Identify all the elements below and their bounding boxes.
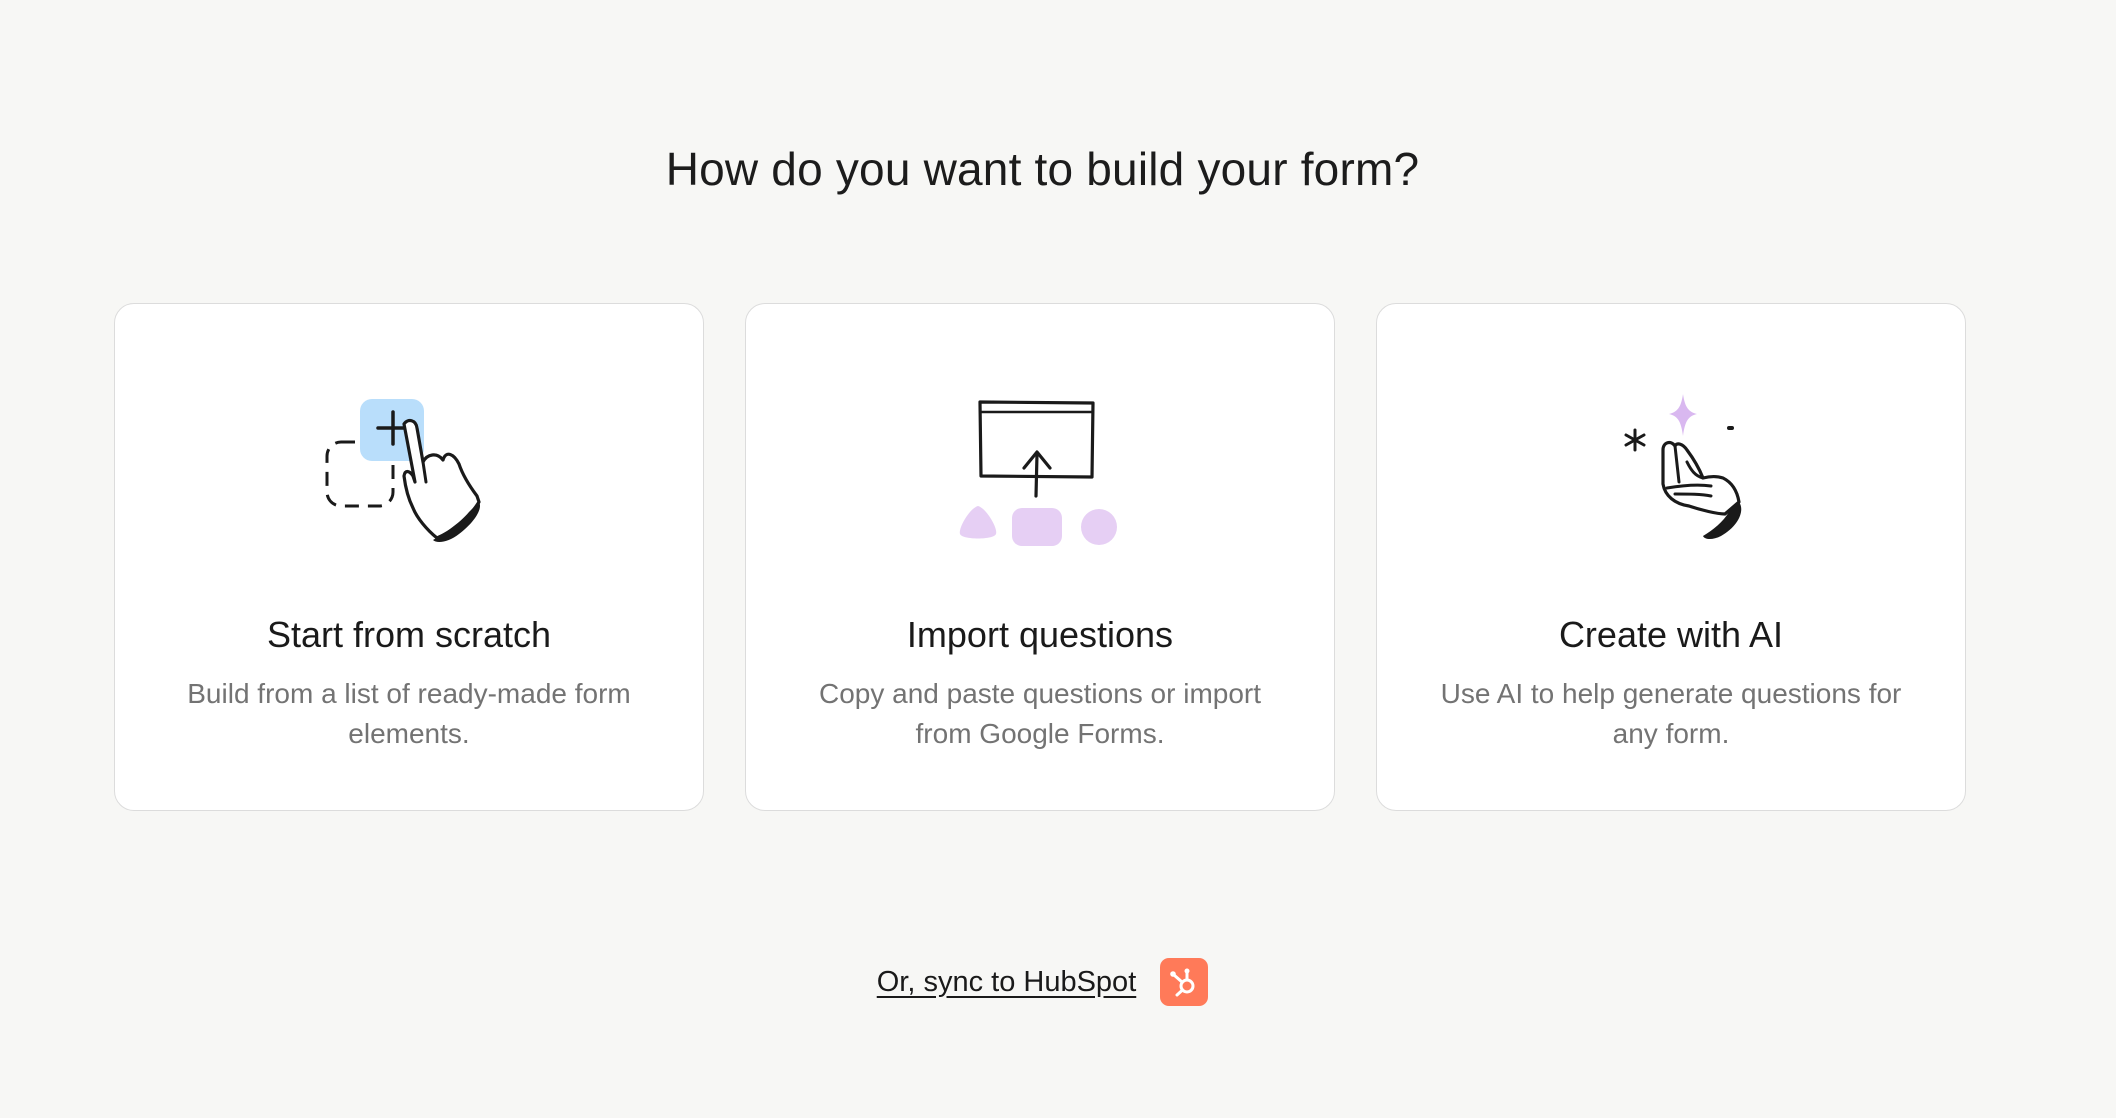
ai-sparkle-hand-icon	[1377, 384, 1965, 554]
import-upload-icon	[746, 384, 1334, 554]
start-from-scratch-card[interactable]: Start from scratch Build from a list of …	[114, 303, 704, 811]
card-description: Build from a list of ready-made form ele…	[187, 678, 631, 749]
build-options: Start from scratch Build from a list of …	[114, 303, 1966, 811]
sync-hubspot-link[interactable]: Or, sync to HubSpot	[877, 966, 1137, 999]
card-title: Create with AI	[1558, 614, 1784, 655]
import-questions-card[interactable]: Import questions Copy and paste question…	[745, 303, 1335, 811]
card-description: Use AI to help generate questions for an…	[1440, 678, 1902, 749]
hubspot-icon[interactable]	[1160, 958, 1209, 1006]
hand-pointer-add-icon	[115, 384, 703, 554]
hubspot-sync-row: Or, sync to HubSpot	[0, 958, 2085, 1006]
card-title: Import questions	[906, 614, 1174, 655]
card-title: Start from scratch	[266, 614, 552, 655]
card-description: Copy and paste questions or import from …	[818, 678, 1262, 749]
create-with-ai-card[interactable]: Create with AI Use AI to help generate q…	[1376, 303, 1966, 811]
page-title: How do you want to build your form?	[665, 143, 1420, 195]
